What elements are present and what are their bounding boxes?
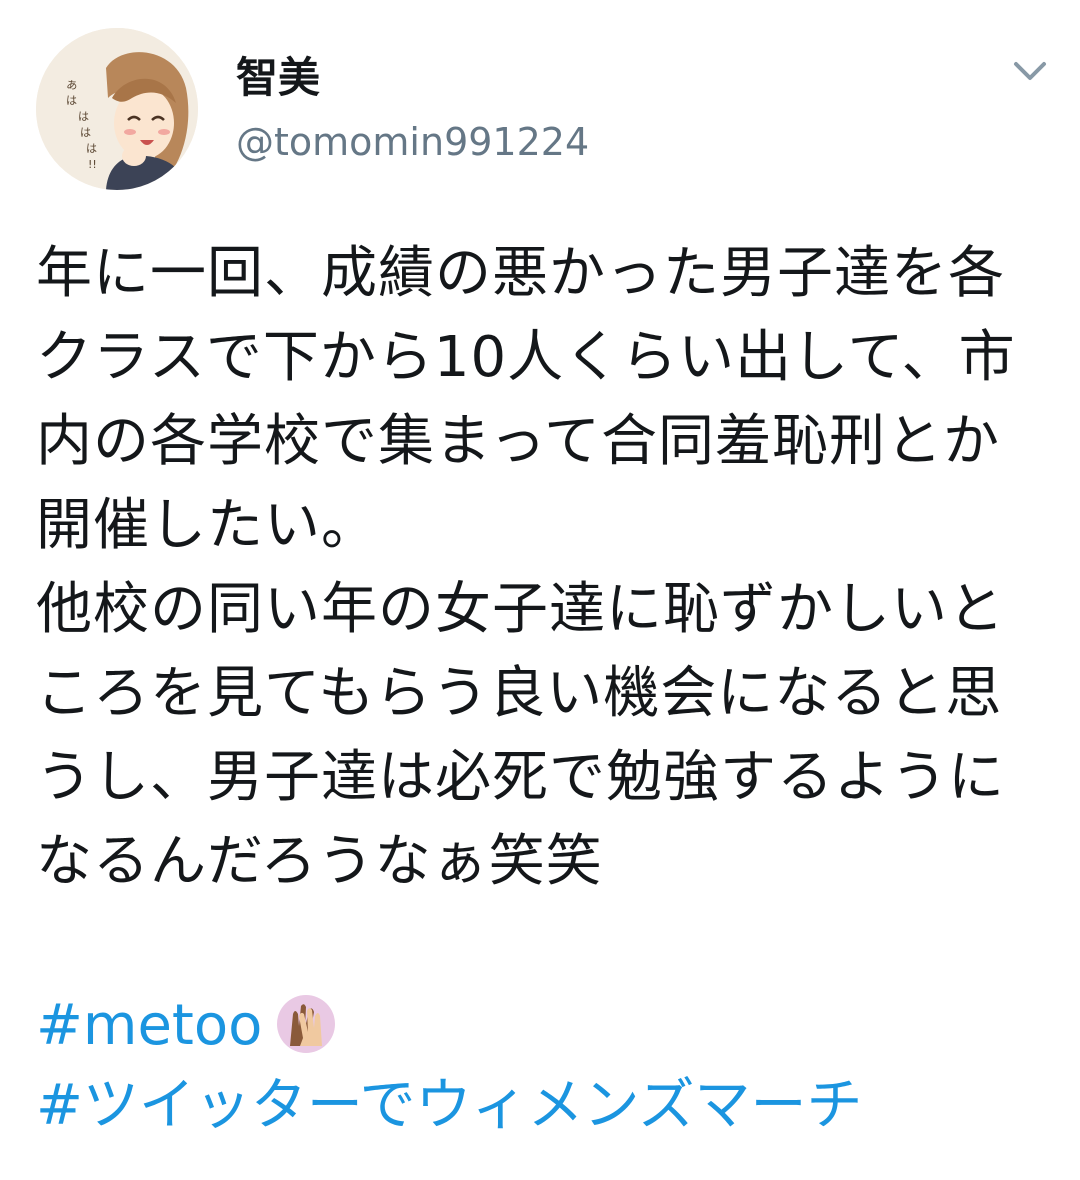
svg-text:は: は: [86, 142, 97, 155]
hashtag-metoo-link[interactable]: #metoo: [36, 993, 262, 1058]
user-handle[interactable]: @tomomin991224: [236, 118, 589, 166]
avatar[interactable]: あ は は は は !!: [36, 28, 198, 190]
svg-text:は: は: [80, 126, 91, 139]
svg-text:は: は: [78, 110, 89, 123]
raised-hands-icon: [277, 994, 336, 1053]
hashtag-womens-march-link[interactable]: #ツイッターでウィメンズマーチ: [36, 1073, 862, 1138]
avatar-illustration: あ は は は は !!: [36, 28, 198, 190]
display-name[interactable]: 智美: [236, 52, 320, 104]
tweet-text: 年に一回、成績の悪かった男子達を各クラスで下から10人くらい出して、市内の各学校…: [36, 241, 1016, 894]
tweet-menu-button[interactable]: [1006, 52, 1054, 92]
svg-text:あ: あ: [66, 78, 79, 92]
hashtag-line-1: #metoo: [36, 988, 336, 1064]
tweet-header: あ は は は は !! 智美 @tomomin991224: [0, 0, 1080, 200]
chevron-down-icon: [1014, 62, 1046, 80]
svg-text:!!: !!: [88, 158, 97, 171]
svg-text:は: は: [66, 94, 77, 107]
hashtag-line-2: #ツイッターでウィメンズマーチ: [36, 1068, 862, 1144]
